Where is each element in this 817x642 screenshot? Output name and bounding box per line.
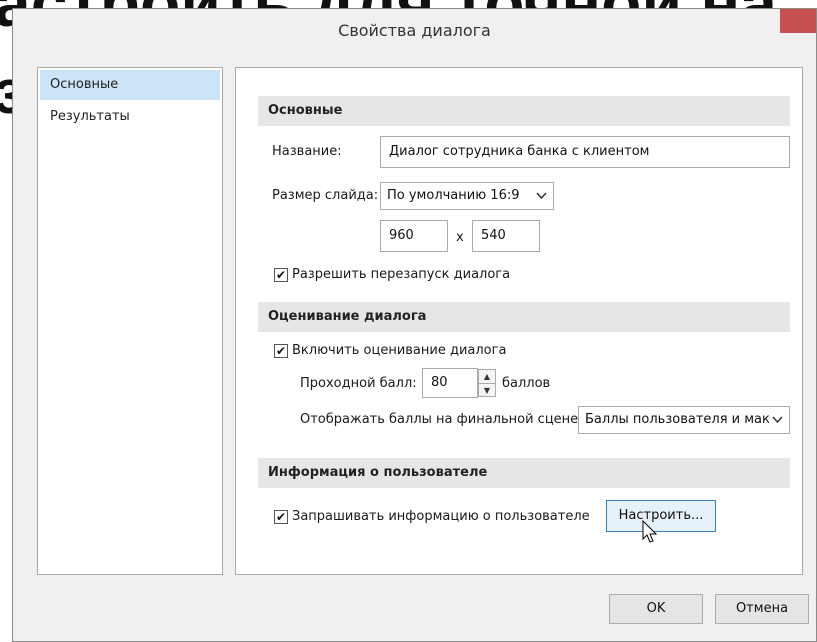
slide-width-input[interactable]: 960 bbox=[380, 220, 448, 252]
size-separator: x bbox=[456, 230, 464, 245]
display-score-value: Баллы пользователя и мак bbox=[585, 412, 770, 427]
dialog-name-input[interactable]: Диалог сотрудника банка с клиентом bbox=[380, 136, 790, 168]
mouse-pointer-icon bbox=[642, 520, 658, 543]
enable-scoring-checkbox[interactable]: ✔ bbox=[274, 344, 288, 358]
ask-user-info-checkbox[interactable]: ✔ bbox=[274, 510, 288, 524]
spin-up-icon[interactable]: ▲ bbox=[479, 370, 495, 384]
sidebar-nav: Основные Результаты bbox=[37, 67, 223, 575]
slide-size-value: По умолчанию 16:9 bbox=[387, 188, 520, 203]
spin-down-icon[interactable]: ▼ bbox=[479, 384, 495, 397]
sidebar-item-basic[interactable]: Основные bbox=[40, 70, 220, 100]
passing-score-label: Проходной балл: bbox=[300, 376, 417, 391]
display-score-select[interactable]: Баллы пользователя и мак bbox=[578, 406, 790, 434]
display-score-label: Отображать баллы на финальной сцене: bbox=[300, 412, 583, 427]
check-icon: ✔ bbox=[275, 268, 287, 282]
section-header-basic: Основные bbox=[258, 96, 790, 126]
slide-height-input[interactable]: 540 bbox=[472, 220, 540, 252]
dialog-window: Свойства диалога Основные Результаты Осн… bbox=[12, 8, 817, 642]
sidebar-item-results[interactable]: Результаты bbox=[38, 102, 222, 132]
enable-scoring-label: Включить оценивание диалога bbox=[292, 343, 507, 358]
section-header-user-info: Информация о пользователе bbox=[258, 458, 790, 488]
ok-button[interactable]: OK bbox=[609, 594, 703, 624]
title-bar[interactable]: Свойства диалога bbox=[13, 9, 816, 53]
slide-size-select[interactable]: По умолчанию 16:9 bbox=[380, 182, 554, 210]
allow-restart-checkbox[interactable]: ✔ bbox=[274, 268, 288, 282]
settings-panel: Основные Название: Диалог сотрудника бан… bbox=[235, 67, 803, 575]
chevron-down-icon bbox=[536, 183, 547, 209]
name-label: Название: bbox=[272, 144, 342, 159]
ask-user-info-label: Запрашивать информацию о пользователе bbox=[292, 509, 590, 524]
points-unit-label: баллов bbox=[502, 376, 551, 391]
dialog-title: Свойства диалога bbox=[338, 21, 491, 40]
close-button[interactable] bbox=[780, 9, 816, 33]
check-icon: ✔ bbox=[275, 344, 287, 358]
configure-button[interactable]: Настроить... bbox=[606, 500, 716, 532]
passing-score-stepper[interactable]: ▲ ▼ bbox=[478, 369, 496, 397]
section-header-scoring: Оценивание диалога bbox=[258, 302, 790, 332]
passing-score-input[interactable]: 80 bbox=[422, 368, 478, 398]
check-icon: ✔ bbox=[275, 510, 287, 524]
allow-restart-label: Разрешить перезапуск диалога bbox=[292, 267, 511, 282]
slide-size-label: Размер слайда: bbox=[272, 188, 379, 203]
chevron-down-icon bbox=[770, 407, 783, 433]
cancel-button[interactable]: Отмена bbox=[715, 594, 809, 624]
